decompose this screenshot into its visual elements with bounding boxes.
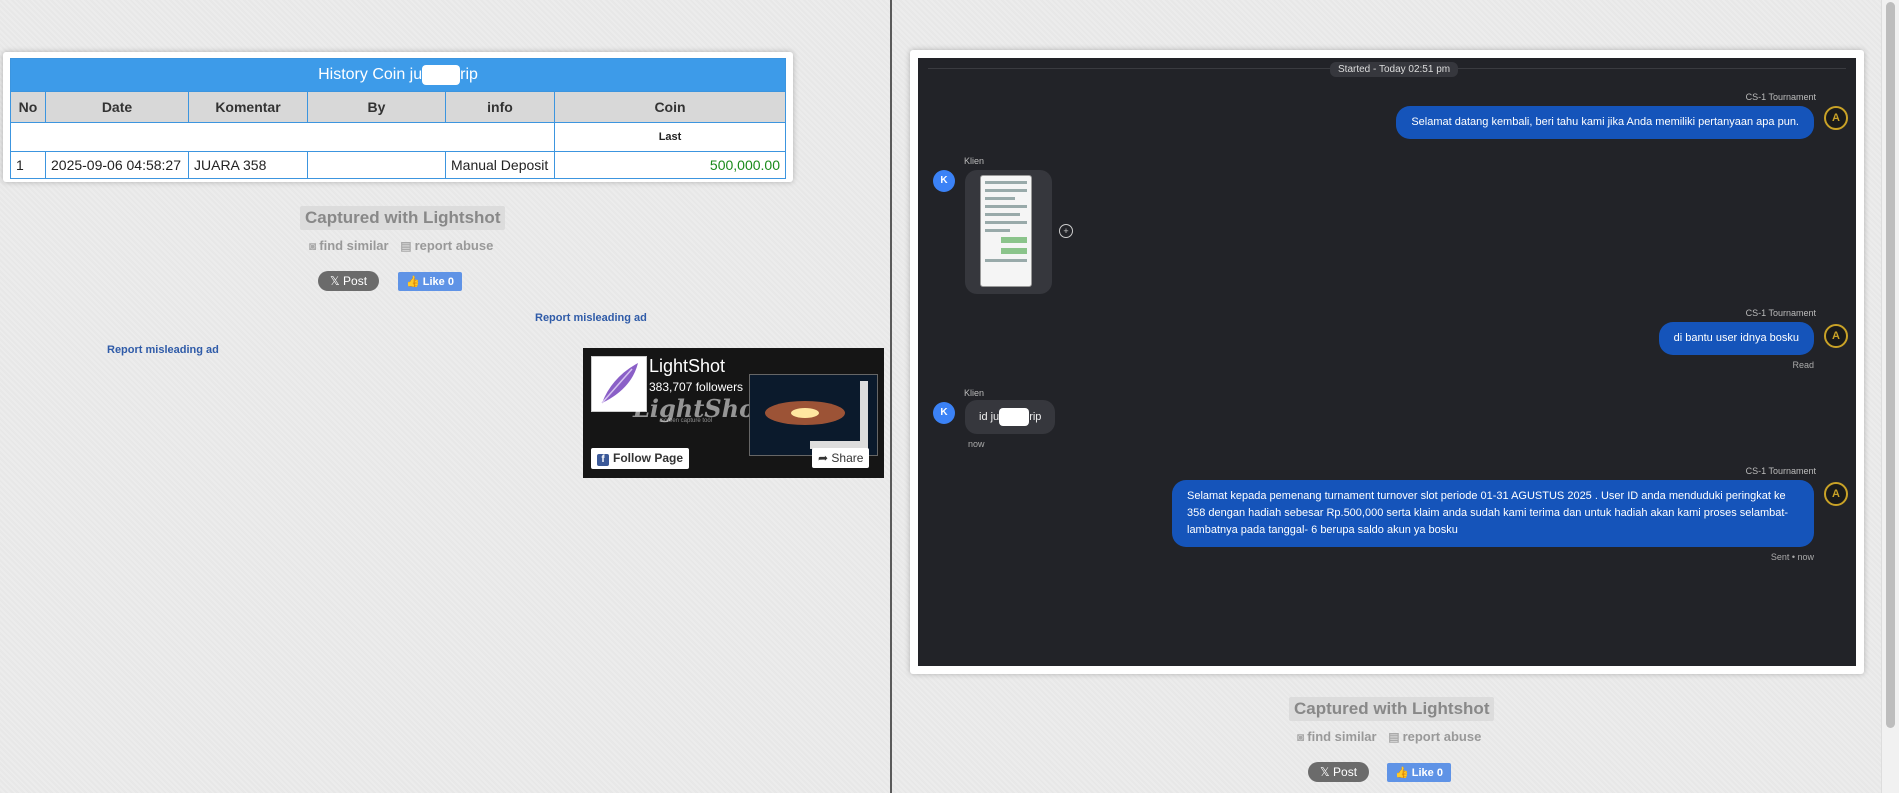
meta-links: ◙ find similar ▤ report abuse	[1297, 729, 1489, 744]
scrollbar-thumb[interactable]	[1886, 2, 1895, 728]
cell-by	[307, 151, 446, 179]
coin-history-screenshot: History Coin ju rip No Date Komentar By i…	[3, 52, 793, 182]
agent-avatar: A	[1824, 324, 1848, 348]
share-arrow-icon: ➦	[818, 451, 832, 465]
report-abuse-link[interactable]: ▤ report abuse	[1388, 729, 1481, 744]
subheader-spacer	[10, 122, 555, 152]
agent-message-bubble: Selamat datang kembali, beri tahu kami j…	[1396, 106, 1814, 139]
table-title: History Coin ju rip	[10, 58, 786, 92]
cell-no: 1	[10, 151, 46, 179]
agent-message-bubble: Selamat kepada pemenang turnament turnov…	[1172, 480, 1814, 547]
captured-with-lightshot-link[interactable]: Captured with Lightshot	[1289, 697, 1495, 721]
meta-links: ◙ find similar ▤ report abuse	[309, 238, 501, 253]
report-misleading-ad-link[interactable]: Report misleading ad	[535, 312, 647, 324]
table-row: 1 2025-09-06 04:58:27 JUARA 358 Manual D…	[10, 151, 786, 179]
chat-window: Started - Today 02:51 pm CS-1 Tournament…	[918, 58, 1856, 666]
add-reaction-icon[interactable]: +	[1059, 224, 1073, 238]
x-post-button[interactable]: 𝕏 Post	[318, 271, 380, 291]
facebook-like-button[interactable]: 👍 Like 0	[1387, 763, 1451, 782]
header-no: No	[10, 91, 46, 123]
lightshot-cover-image	[749, 374, 878, 456]
header-by: By	[307, 91, 446, 123]
agent-avatar: A	[1824, 482, 1848, 506]
message-status: Read	[1792, 360, 1814, 370]
fb-followers: 383,707 followers	[649, 380, 744, 394]
sender-label: Klien	[964, 156, 985, 166]
camera-icon: ◙	[1297, 730, 1305, 744]
header-coin: Coin	[554, 91, 786, 123]
facebook-like-button[interactable]: 👍 Like 0	[398, 272, 462, 291]
find-similar-link[interactable]: ◙ find similar	[309, 238, 389, 253]
thumbs-up-icon: 👍	[1395, 767, 1412, 779]
x-post-button[interactable]: 𝕏 Post	[1308, 762, 1370, 782]
agent-message-bubble: di bantu user idnya bosku	[1658, 322, 1814, 355]
chat-screenshot: Started - Today 02:51 pm CS-1 Tournament…	[910, 50, 1864, 674]
sender-label: Klien	[964, 388, 985, 398]
x-icon: 𝕏	[330, 274, 344, 288]
camera-icon: ◙	[309, 239, 317, 253]
sender-label: CS-1 Tournament	[1745, 92, 1816, 102]
sender-label: CS-1 Tournament	[1745, 308, 1816, 318]
subheader-last: Last	[554, 122, 786, 152]
page-scrollbar[interactable]	[1881, 0, 1899, 793]
clipboard-icon: ▤	[400, 239, 412, 253]
thumbs-up-icon: 👍	[406, 276, 423, 288]
follow-page-button[interactable]: f Follow Page	[591, 448, 690, 469]
report-misleading-ad-link[interactable]: Report misleading ad	[107, 344, 219, 356]
chat-started-label: Started - Today 02:51 pm	[1330, 62, 1459, 77]
sender-label: CS-1 Tournament	[1745, 466, 1816, 476]
message-status: Sent • now	[1770, 552, 1814, 562]
facebook-icon: f	[597, 454, 609, 466]
coin-history-table: History Coin ju rip No Date Komentar By i…	[10, 58, 786, 179]
message-time: now	[968, 439, 985, 449]
client-text-message: id ju rip	[965, 400, 1056, 434]
cell-date: 2025-09-06 04:58:27	[45, 151, 189, 179]
fb-page-name[interactable]: LightShot	[649, 356, 725, 377]
left-screenshot-pane: History Coin ju rip No Date Komentar By i…	[0, 0, 890, 793]
share-button[interactable]: ➦ Share	[812, 448, 870, 468]
redaction	[999, 408, 1030, 426]
x-icon: 𝕏	[1320, 765, 1334, 779]
client-avatar: K	[933, 402, 955, 424]
client-avatar: K	[933, 170, 955, 192]
lightshot-tagline: screen capture tool	[661, 418, 713, 424]
header-info: info	[445, 91, 555, 123]
cell-coin: 500,000.00	[554, 151, 786, 179]
lightshot-facebook-widget[interactable]: LightShot 383,707 followers LightShot sc…	[583, 348, 884, 478]
agent-avatar: A	[1824, 106, 1848, 130]
header-komentar: Komentar	[188, 91, 308, 123]
client-image-message[interactable]	[965, 170, 1052, 294]
header-date: Date	[45, 91, 189, 123]
report-abuse-link[interactable]: ▤ report abuse	[400, 238, 493, 253]
find-similar-link[interactable]: ◙ find similar	[1297, 729, 1377, 744]
clipboard-icon: ▤	[1388, 730, 1400, 744]
captured-with-lightshot-link[interactable]: Captured with Lightshot	[300, 206, 506, 230]
screenshot-thumbnail[interactable]	[980, 175, 1032, 287]
cell-info: Manual Deposit	[445, 151, 555, 179]
cell-komentar: JUARA 358	[188, 151, 308, 179]
redaction	[422, 65, 461, 85]
